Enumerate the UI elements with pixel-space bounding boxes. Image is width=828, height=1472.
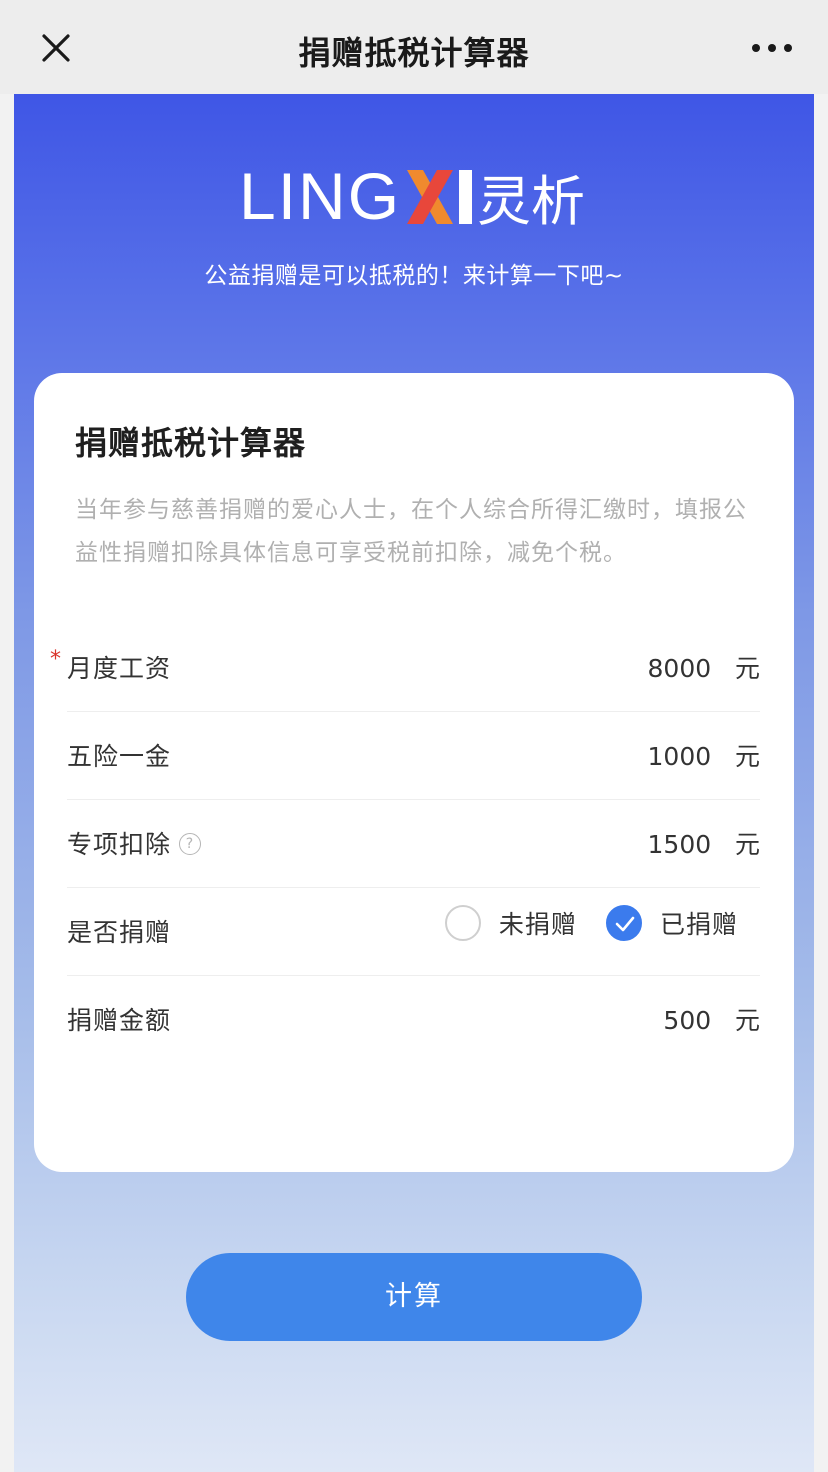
radio-donated[interactable]: 已捐赠 — [605, 905, 738, 949]
donation-amount-value[interactable]: 500 — [663, 1006, 711, 1035]
special-deduction-row[interactable]: 专项扣除? 1500 元 — [67, 799, 760, 888]
special-deduction-value[interactable]: 1500 — [648, 830, 712, 859]
special-deduction-label: 专项扣除 — [67, 830, 172, 859]
calculator-card: 捐赠抵税计算器 当年参与慈善捐赠的爱心人士，在个人综合所得汇缴时，填报公益性捐赠… — [34, 373, 794, 1172]
more-dots-icon[interactable] — [750, 34, 794, 62]
required-mark: * — [50, 647, 61, 672]
insurance-label: 五险一金 — [67, 742, 172, 771]
page-content: LING 灵析 公益捐赠是可以抵税的！来计算一下吧~ 捐赠抵税计算器 当年参与慈… — [14, 94, 814, 1472]
donated-row: 是否捐赠 未捐赠 已捐赠 — [67, 887, 760, 976]
card-description: 当年参与慈善捐赠的爱心人士，在个人综合所得汇缴时，填报公益性捐赠扣除具体信息可享… — [75, 497, 747, 566]
svg-text:灵析: 灵析 — [477, 170, 585, 232]
donation-amount-label: 捐赠金额 — [67, 1006, 172, 1035]
salary-row[interactable]: * 月度工资 8000 元 — [50, 623, 760, 712]
svg-text:LING: LING — [239, 162, 401, 232]
donated-label: 是否捐赠 — [67, 918, 172, 947]
salary-value[interactable]: 8000 — [648, 654, 712, 683]
donation-amount-row[interactable]: 捐赠金额 500 元 — [67, 975, 760, 1063]
calculate-button[interactable]: 计算 — [186, 1253, 642, 1341]
special-deduction-unit: 元 — [734, 830, 760, 859]
salary-value-group[interactable]: 8000 元 — [648, 649, 760, 685]
insurance-unit: 元 — [734, 742, 760, 771]
top-navigation-bar: 捐赠抵税计算器 — [0, 0, 828, 94]
radio-donated-label[interactable]: 已捐赠 — [660, 905, 738, 941]
donation-amount-value-group[interactable]: 500 元 — [663, 1001, 760, 1037]
insurance-row[interactable]: 五险一金 1000 元 — [67, 711, 760, 800]
card-title: 捐赠抵税计算器 — [75, 424, 307, 462]
insurance-value-group[interactable]: 1000 元 — [648, 737, 760, 773]
tagline: 公益捐赠是可以抵税的！来计算一下吧~ — [204, 263, 624, 289]
radio-unchecked-icon[interactable] — [444, 905, 481, 941]
donation-amount-unit: 元 — [734, 1006, 760, 1035]
salary-label: 月度工资 — [67, 654, 172, 683]
radio-not-donated[interactable]: 未捐赠 — [444, 905, 577, 949]
help-icon[interactable]: ? — [179, 833, 202, 855]
page-title: 捐赠抵税计算器 — [298, 34, 530, 72]
radio-not-donated-label[interactable]: 未捐赠 — [499, 905, 577, 941]
donated-radio-group: 未捐赠 已捐赠 — [421, 905, 738, 949]
special-deduction-label-group: 专项扣除? — [67, 825, 202, 861]
insurance-value[interactable]: 1000 — [648, 742, 712, 771]
special-deduction-value-group[interactable]: 1500 元 — [648, 825, 760, 861]
radio-checked-icon[interactable] — [605, 905, 642, 941]
salary-unit: 元 — [734, 654, 760, 683]
lingxi-logo: LING 灵析 — [14, 162, 814, 232]
